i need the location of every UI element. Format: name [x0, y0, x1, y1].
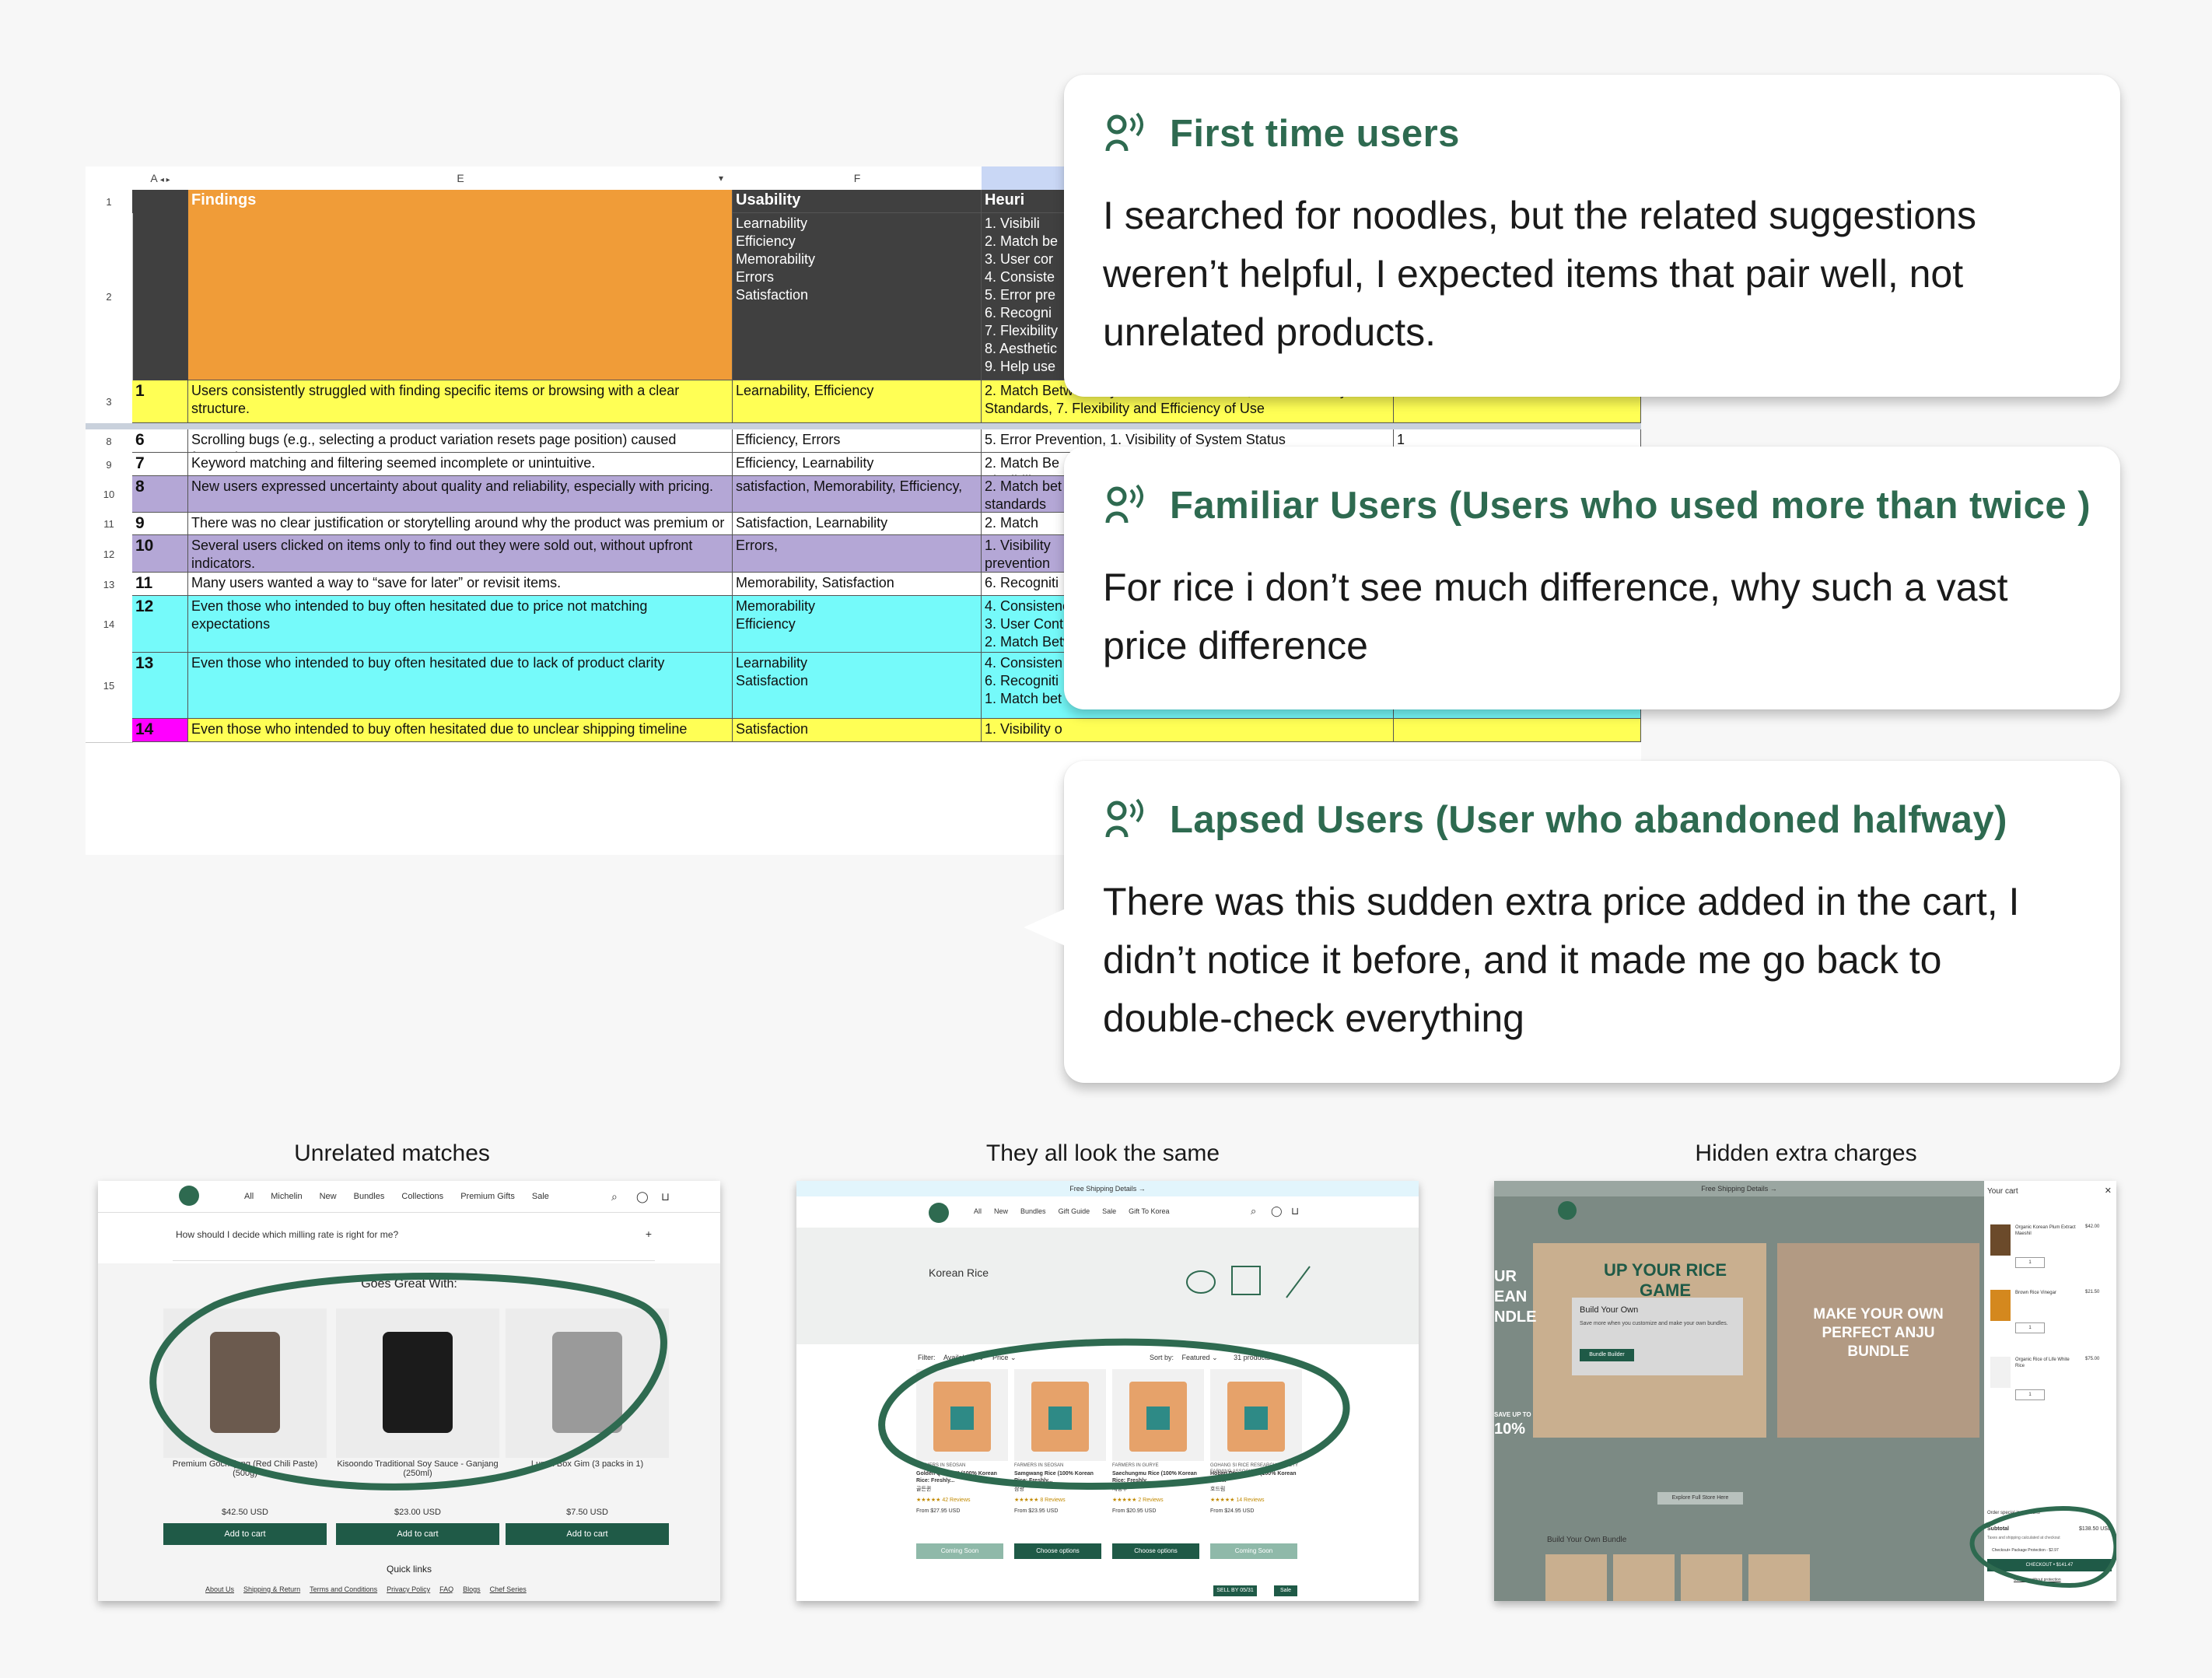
screenshot-label: Hidden extra charges: [1695, 1140, 1917, 1166]
row-number[interactable]: 12: [86, 535, 133, 573]
row-number[interactable]: 1: [86, 190, 133, 214]
usability-list-cell[interactable]: Learnability Efficiency Memorability Err…: [733, 213, 982, 380]
usability-header-cell[interactable]: Usability: [733, 190, 982, 213]
speaking-person-icon: [1105, 484, 1143, 524]
findings-header-cell[interactable]: Findings: [188, 190, 733, 380]
screenshot-look-the-same: Free Shipping Details → All New Bundles Gif…: [796, 1181, 1419, 1601]
finding-number-cell[interactable]: 11: [132, 573, 188, 596]
card-title: Lapsed Users (User who abandoned halfway…: [1103, 797, 2007, 843]
finding-cell[interactable]: Even those who intended to buy often hes…: [188, 653, 733, 719]
usability-cell[interactable]: Satisfaction: [733, 719, 982, 742]
column-header-a[interactable]: A ◂ ▸: [132, 166, 189, 191]
column-header-f[interactable]: F: [733, 166, 982, 191]
row-number[interactable]: 15: [86, 653, 133, 720]
finding-number-cell[interactable]: 7: [132, 453, 188, 476]
screenshot-unrelated-matches: All Michelin New Bundles Collections Premium …: [98, 1181, 720, 1601]
speaking-person-icon: [1105, 798, 1143, 838]
finding-cell[interactable]: Even those who intended to buy often hes…: [188, 719, 733, 742]
finding-number-cell[interactable]: 10: [132, 535, 188, 573]
column-menu-icon[interactable]: ▾: [719, 166, 723, 190]
finding-number-cell[interactable]: 9: [132, 513, 188, 535]
finding-cell[interactable]: Users consistently struggled with findin…: [188, 380, 733, 423]
finding-cell[interactable]: Scrolling bugs (e.g., selecting a produc…: [188, 429, 733, 453]
card-title-text: First time users: [1170, 113, 1460, 155]
annotation-circle: [1969, 1506, 2116, 1589]
card-quote: I searched for noodles, but the related …: [1103, 194, 1976, 354]
usability-cell[interactable]: Satisfaction, Learnability: [733, 513, 982, 535]
finding-cell[interactable]: There was no clear justification or stor…: [188, 513, 733, 535]
usability-cell[interactable]: satisfaction, Memorability, Efficiency,: [733, 476, 982, 513]
finding-number-cell[interactable]: 12: [132, 596, 188, 653]
finding-cell[interactable]: New users expressed uncertainty about qu…: [188, 476, 733, 513]
usability-cell[interactable]: Memorability Efficiency: [733, 596, 982, 653]
frozen-divider: [86, 423, 1641, 429]
speech-tail: [1024, 909, 1066, 946]
card-title-text: Familiar Users (Users who used more than…: [1170, 485, 2091, 527]
row-number[interactable]: 14: [86, 596, 133, 653]
column-a-label: A: [150, 172, 157, 184]
card-quote: There was this sudden extra price added …: [1103, 880, 2020, 1040]
usability-cell[interactable]: Efficiency, Errors: [733, 429, 982, 453]
column-collapse-icon[interactable]: ◂ ▸: [160, 176, 170, 184]
screenshot-label: Unrelated matches: [294, 1140, 490, 1166]
row-number[interactable]: 2: [86, 213, 133, 381]
finding-number-cell[interactable]: 8: [132, 476, 188, 513]
corner-cell[interactable]: [86, 166, 133, 191]
row-number[interactable]: 8: [86, 429, 133, 454]
finding-number-cell[interactable]: 13: [132, 653, 188, 719]
card-title: Familiar Users (Users who used more than…: [1103, 482, 2091, 529]
cell-a-header[interactable]: [132, 190, 188, 380]
row-number[interactable]: [86, 719, 133, 743]
row-number[interactable]: 3: [86, 380, 133, 424]
screenshot-label: They all look the same: [985, 1140, 1220, 1166]
finding-number-cell[interactable]: 6: [132, 429, 188, 453]
card-title: First time users: [1103, 110, 1460, 157]
card-first-time-users: First time users I searched for noodles,…: [1064, 75, 2120, 397]
card-lapsed-users: Lapsed Users (User who abandoned halfway…: [1064, 761, 2120, 1083]
card-title-text: Lapsed Users (User who abandoned halfway…: [1170, 799, 2007, 841]
heuristic-cell[interactable]: 1. Visibility o: [982, 719, 1394, 742]
row-number[interactable]: 11: [86, 513, 133, 536]
usability-cell[interactable]: Learnability, Efficiency: [733, 380, 982, 423]
row-number[interactable]: 13: [86, 573, 133, 597]
finding-number-cell[interactable]: 14: [132, 719, 188, 742]
row-number[interactable]: 10: [86, 476, 133, 513]
column-f-label: F: [853, 172, 861, 184]
finding-cell[interactable]: Keyword matching and filtering seemed in…: [188, 453, 733, 476]
screenshot-hidden-charges: Free Shipping Details → UP YOUR RICE GAM…: [1494, 1181, 2116, 1601]
column-e-label: E: [457, 172, 464, 184]
row-number[interactable]: 9: [86, 453, 133, 477]
finding-cell[interactable]: Many users wanted a way to “save for lat…: [188, 573, 733, 596]
annotation-circle: [149, 1273, 667, 1491]
usability-cell[interactable]: Errors, Learnability, Efficiency: [733, 535, 982, 573]
usability-cell[interactable]: Learnability Satisfaction: [733, 653, 982, 719]
finding-cell[interactable]: Several users clicked on items only to f…: [188, 535, 733, 573]
card-familiar-users: Familiar Users (Users who used more than…: [1064, 447, 2120, 709]
finding-cell[interactable]: Even those who intended to buy often hes…: [188, 596, 733, 653]
annotation-circle: [878, 1338, 1350, 1490]
speaking-person-icon: [1105, 112, 1143, 152]
severity-cell[interactable]: [1394, 719, 1641, 742]
card-quote: For rice i don’t see much difference, wh…: [1103, 566, 2008, 667]
usability-cell[interactable]: Efficiency, Learnability: [733, 453, 982, 476]
usability-cell[interactable]: Memorability, Satisfaction: [733, 573, 982, 596]
finding-number-cell[interactable]: 1: [132, 380, 188, 423]
column-header-e[interactable]: E ▾: [188, 166, 733, 191]
